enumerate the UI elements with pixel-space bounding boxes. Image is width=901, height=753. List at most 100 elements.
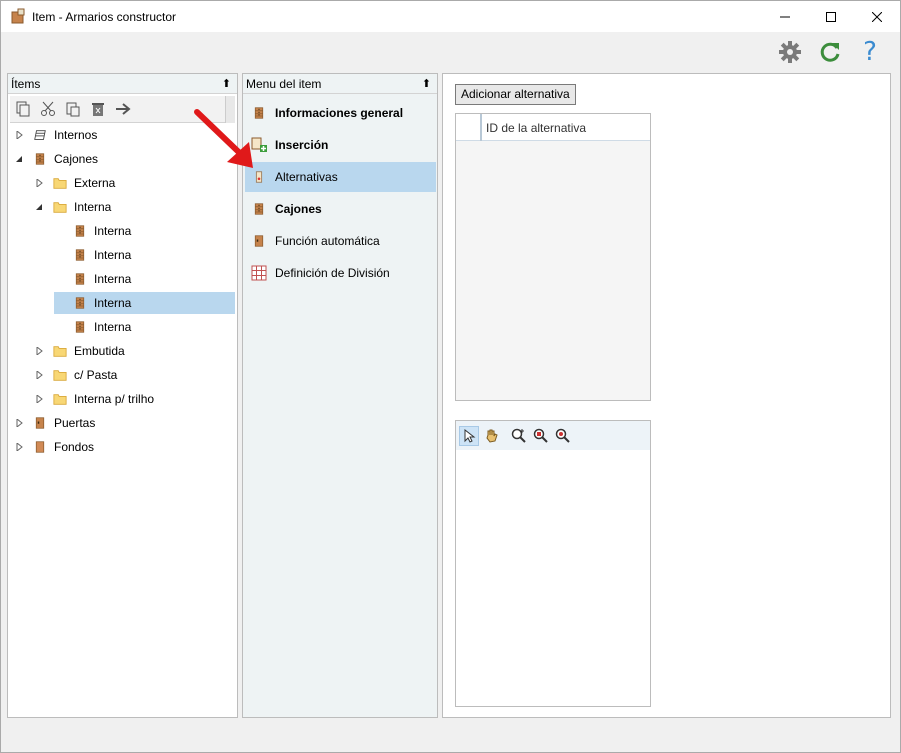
pin-icon[interactable]: ⬆	[222, 77, 231, 90]
items-panel-header: Ítems ⬆	[8, 74, 237, 94]
app-icon	[10, 8, 26, 24]
items-panel: Ítems ⬆ Internos Cajones Externa Interna Int…	[7, 73, 238, 718]
tree-item[interactable]: Fondos	[14, 436, 235, 458]
tree-item-label: Interna	[94, 224, 132, 238]
tree-item[interactable]: Interna	[54, 268, 235, 290]
alternatives-icon	[251, 169, 267, 185]
preview-pane	[455, 420, 651, 707]
menu-item[interactable]: Cajones	[245, 194, 436, 224]
collapse-toggle-icon[interactable]	[34, 202, 44, 212]
menu-item[interactable]: Informaciones general	[245, 98, 436, 128]
items-toolbar	[10, 96, 235, 123]
tree-item-label: Externa	[74, 176, 116, 190]
refresh-icon[interactable]	[816, 38, 844, 66]
items-toolbar-overflow[interactable]	[225, 96, 235, 123]
menu-item-label: Alternativas	[275, 170, 338, 184]
menu-item-label: Inserción	[275, 138, 329, 152]
tree-item[interactable]: Interna	[54, 220, 235, 242]
cabinet-icon	[251, 105, 267, 121]
collapse-toggle-icon[interactable]	[14, 154, 24, 164]
menu-item[interactable]: Función automática	[245, 226, 436, 256]
door-icon	[251, 233, 267, 249]
menu-panel-title: Menu del item	[246, 77, 322, 91]
tree-item[interactable]: c/ Pasta	[34, 364, 235, 386]
zoom-in-icon[interactable]	[509, 426, 529, 446]
pointer-icon[interactable]	[459, 426, 479, 446]
cut-icon[interactable]	[38, 99, 58, 119]
expand-toggle-icon[interactable]	[34, 370, 44, 380]
folder-icon	[52, 199, 68, 215]
expand-toggle-icon[interactable]	[14, 418, 24, 428]
tree-item[interactable]: Externa	[34, 172, 235, 194]
column-header-alternative-id[interactable]: ID de la alternativa	[486, 121, 586, 135]
tree-item[interactable]: Interna	[54, 292, 235, 314]
close-button[interactable]	[854, 1, 900, 32]
paste-icon[interactable]	[63, 99, 83, 119]
delete-icon[interactable]	[88, 99, 108, 119]
cabinet-icon	[72, 247, 88, 263]
cabinet-icon	[251, 201, 267, 217]
tree-item-label: Interna	[94, 248, 132, 262]
expand-toggle-icon[interactable]	[34, 394, 44, 404]
cabinet-icon	[72, 319, 88, 335]
tree-item[interactable]: Cajones	[14, 148, 235, 170]
expand-toggle-icon[interactable]	[34, 346, 44, 356]
tree-item-label: c/ Pasta	[74, 368, 118, 382]
panel-icon	[32, 439, 48, 455]
door-icon	[32, 415, 48, 431]
copy-icon[interactable]	[13, 99, 33, 119]
gear-icon[interactable]	[776, 38, 804, 66]
menu-item-label: Informaciones general	[275, 106, 404, 120]
tree-item[interactable]: Puertas	[14, 412, 235, 434]
menu-item[interactable]: Alternativas	[245, 162, 436, 192]
expand-toggle-icon[interactable]	[34, 178, 44, 188]
zoom-fit-icon[interactable]	[531, 426, 551, 446]
tree-item[interactable]: Interna p/ trilho	[34, 388, 235, 410]
hand-icon[interactable]	[482, 426, 502, 446]
menu-list: Informaciones general Inserción Alternativ…	[243, 98, 437, 698]
menu-item-label: Definición de División	[275, 266, 390, 280]
tree-item[interactable]: Embutida	[34, 340, 235, 362]
menu-item[interactable]: Inserción	[245, 130, 436, 160]
tree-item[interactable]: Interna	[34, 196, 235, 218]
minimize-button[interactable]	[762, 1, 808, 32]
title-bar: Item - Armarios constructor	[1, 1, 900, 32]
zoom-out-icon[interactable]	[553, 426, 573, 446]
tree-item[interactable]: Interna	[54, 244, 235, 266]
folder-icon	[52, 367, 68, 383]
tree-item[interactable]: Interna	[54, 316, 235, 338]
help-icon[interactable]: ?	[856, 38, 884, 66]
maximize-button[interactable]	[808, 1, 854, 32]
grid-icon	[251, 265, 267, 281]
tree-item-label: Internos	[54, 128, 98, 142]
menu-item-label: Función automática	[275, 234, 380, 248]
main-panel: Adicionar alternativa ID de la alternati…	[442, 73, 891, 718]
cabinet-icon	[72, 223, 88, 239]
tree-item-label: Fondos	[54, 440, 95, 454]
tree-item-label: Interna	[94, 296, 132, 310]
items-tree: Internos Cajones Externa Interna Interna Inte…	[8, 124, 237, 714]
pin-icon[interactable]: ⬆	[422, 77, 431, 90]
folder-icon	[52, 343, 68, 359]
expand-toggle-icon[interactable]	[14, 130, 24, 140]
row-header-cell	[456, 114, 482, 141]
top-toolbar: ?	[1, 32, 900, 72]
insert-icon	[251, 137, 267, 153]
folder-icon	[52, 391, 68, 407]
menu-item[interactable]: Definición de División	[245, 258, 436, 288]
add-alternative-button[interactable]: Adicionar alternativa	[455, 84, 576, 105]
grid-header: ID de la alternativa	[456, 114, 650, 141]
menu-panel-header: Menu del item ⬆	[243, 74, 437, 94]
menu-item-label: Cajones	[275, 202, 322, 216]
tree-item-label: Interna	[74, 200, 112, 214]
tree-item[interactable]: Internos	[14, 124, 235, 146]
expand-toggle-icon[interactable]	[14, 442, 24, 452]
drawer-stack-icon	[32, 127, 48, 143]
arrow-right-icon[interactable]	[113, 99, 133, 119]
cabinet-icon	[32, 151, 48, 167]
